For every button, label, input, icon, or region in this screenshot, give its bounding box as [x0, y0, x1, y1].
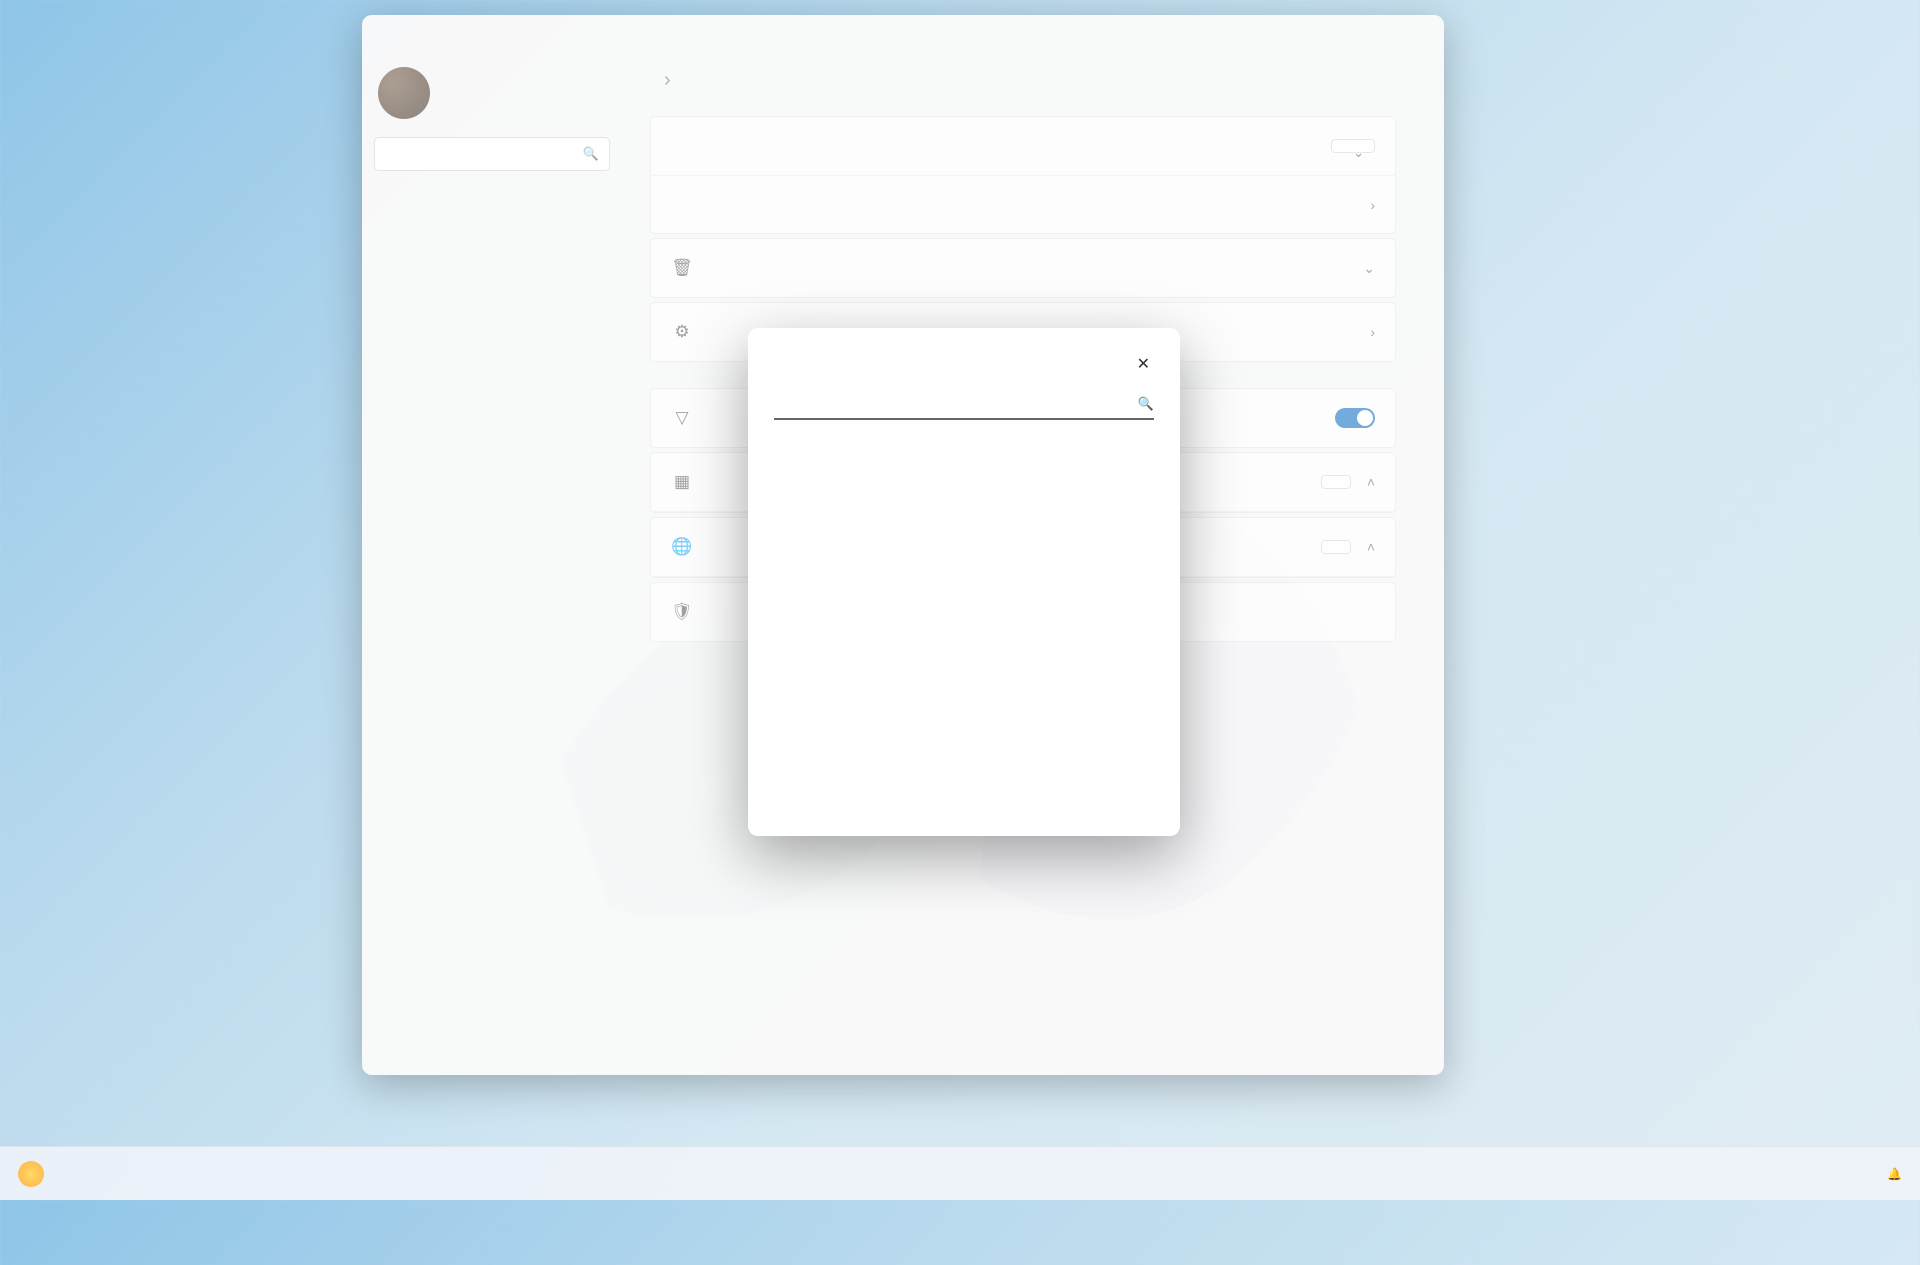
sun-icon [18, 1161, 44, 1187]
choose-app-dialog: ✕ 🔍 [748, 328, 1180, 836]
notifications-icon[interactable]: 🔔 [1887, 1167, 1902, 1181]
dialog-search-input[interactable] [774, 396, 1138, 412]
dialog-search[interactable]: 🔍 [774, 396, 1154, 420]
weather-widget[interactable] [0, 1161, 54, 1187]
search-icon: 🔍 [1138, 396, 1154, 412]
dialog-close-button[interactable]: ✕ [1133, 350, 1154, 378]
taskbar: 🔔 [0, 1146, 1920, 1200]
